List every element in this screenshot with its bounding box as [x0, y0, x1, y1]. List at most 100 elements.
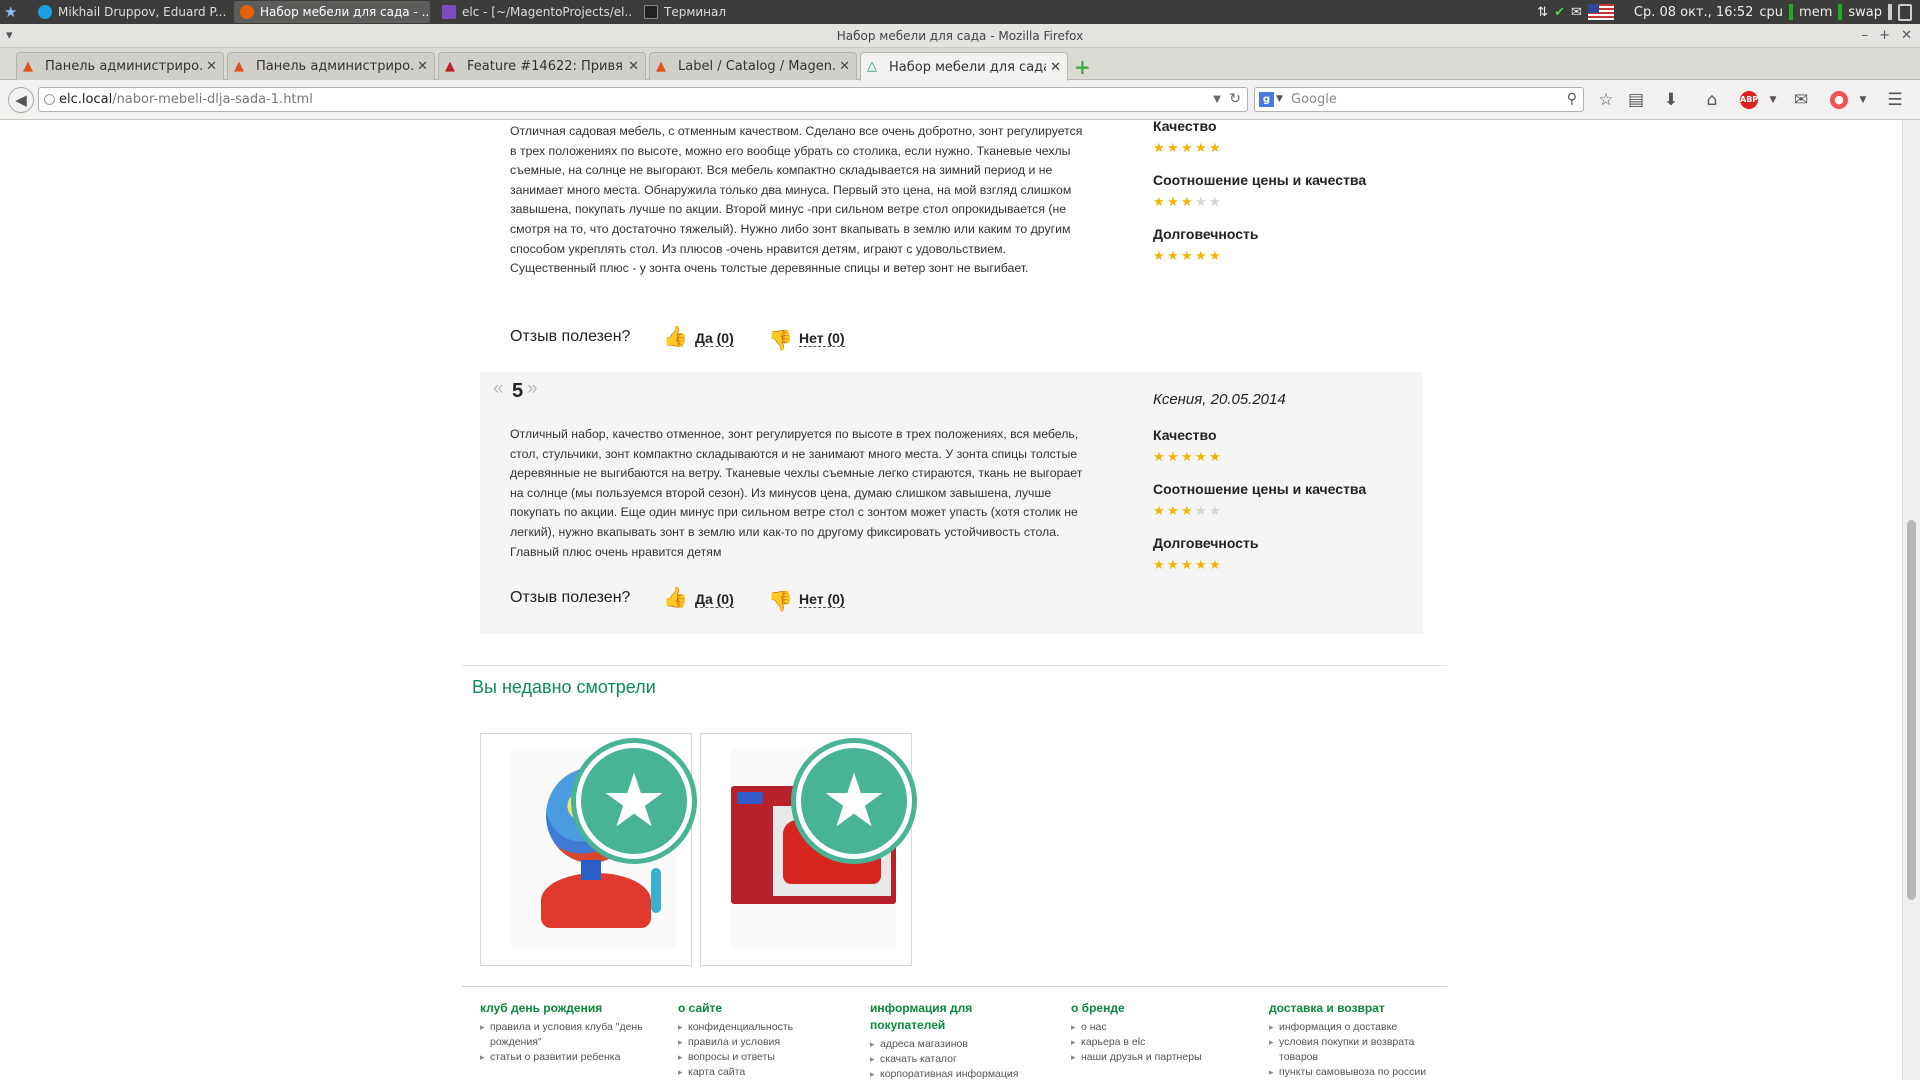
bookmark-star-icon[interactable]: ☆ [1595, 89, 1617, 111]
trash-icon[interactable] [1898, 3, 1912, 21]
thumbs-up-icon[interactable]: 👍 [663, 324, 688, 349]
tab-feature-14622[interactable]: ▲ Feature #14622: Привя... ✕ [438, 52, 646, 80]
search-engine-dropdown-icon[interactable]: ▼ [1276, 88, 1283, 111]
page-scrollbar[interactable] [1902, 120, 1920, 1080]
bookmarks-menu-icon[interactable]: ▤ [1625, 89, 1647, 111]
downloads-icon[interactable]: ⬇ [1660, 89, 1682, 111]
url-history-dropdown-icon[interactable]: ▼ [1213, 88, 1221, 111]
helpful-question: Отзыв полезен? [510, 589, 631, 606]
footer-link[interactable]: корпоративная информация [870, 1067, 1050, 1080]
taskbar-task-terminal[interactable]: Терминал [638, 1, 748, 23]
search-icon[interactable]: ⚲ [1567, 88, 1577, 111]
magento-icon: ▲ [234, 58, 244, 74]
magento-icon: ▲ [23, 58, 33, 74]
footer-link[interactable]: наши друзья и партнеры [1071, 1050, 1251, 1065]
clock[interactable]: Ср. 08 окт., 16:52 [1634, 5, 1754, 20]
thumbs-down-icon[interactable]: 👎 [768, 328, 793, 353]
footer-link[interactable]: правила и условия [678, 1035, 858, 1050]
helpful-question: Отзыв полезен? [510, 328, 631, 345]
thumbs-down-icon[interactable]: 👎 [768, 589, 793, 614]
update-ok-icon[interactable]: ✔ [1554, 5, 1565, 20]
new-tab-icon[interactable]: + [1074, 55, 1091, 79]
footer-link[interactable]: карта сайта [678, 1065, 858, 1080]
addon-icon[interactable]: ● [1830, 91, 1848, 109]
close-window-icon[interactable]: ✕ [1901, 24, 1912, 48]
adblock-dropdown-icon[interactable]: ▼ [1762, 89, 1784, 111]
taskbar-task-phpstorm[interactable]: elc - [~/MagentoProjects/el... [436, 1, 632, 23]
prev-rating-arrow[interactable]: « [493, 378, 504, 400]
footer-link[interactable]: адреса магазинов [870, 1037, 1050, 1052]
tab-close-icon[interactable]: ✕ [417, 59, 428, 74]
tab-garden-furniture[interactable]: △ Набор мебели для сада ✕ [860, 52, 1068, 81]
url-host: elc.local [59, 92, 113, 107]
recent-product-card[interactable]: ★ [700, 733, 912, 966]
app-menu-icon[interactable]: ★ [4, 3, 22, 21]
footer-link[interactable]: карьера в elc [1071, 1035, 1251, 1050]
vote-yes-link[interactable]: Да (0) [695, 330, 734, 347]
keyboard-layout-flag-icon[interactable] [1587, 4, 1614, 20]
gmail-icon[interactable]: ✉ [1790, 89, 1812, 111]
google-engine-icon[interactable]: g [1259, 92, 1274, 107]
star-filled-icon: ★ [1167, 140, 1179, 155]
globe-stand [581, 860, 601, 880]
addon-dropdown-icon[interactable]: ▼ [1852, 89, 1874, 111]
tab-close-icon[interactable]: ✕ [839, 59, 850, 74]
footer-link[interactable]: вопросы и ответы [678, 1050, 858, 1065]
footer-link[interactable]: о нас [1071, 1020, 1251, 1035]
footer-link[interactable]: пункты самовывоза по россии [1269, 1065, 1439, 1080]
footer-link[interactable]: статьи о развитии ребенка [480, 1050, 660, 1065]
taskbar-task-firefox[interactable]: Набор мебели для сада - ... [234, 1, 430, 23]
terminal-icon [644, 5, 658, 19]
back-icon[interactable]: ◀ [8, 87, 34, 113]
vote-no-link[interactable]: Нет (0) [799, 330, 845, 347]
minimize-icon[interactable]: – [1862, 24, 1869, 48]
featured-badge: ★ [576, 743, 692, 859]
home-icon[interactable]: ⌂ [1701, 89, 1723, 111]
reload-icon[interactable]: ↻ [1229, 88, 1241, 111]
mem-bar-icon [1838, 4, 1843, 20]
network-icon[interactable]: ⇅ [1537, 5, 1548, 20]
adblock-icon[interactable]: ABP [1740, 91, 1758, 109]
star-filled-icon: ★ [1195, 449, 1207, 464]
footer-heading[interactable]: информация для покупателей [870, 1000, 990, 1034]
footer-heading[interactable]: о сайте [678, 1000, 858, 1017]
hamburger-menu-icon[interactable]: ☰ [1884, 89, 1906, 111]
next-rating-arrow[interactable]: » [527, 378, 538, 400]
footer-link[interactable]: скачать каталог [870, 1052, 1050, 1067]
footer-link[interactable]: правила и условия клуба "день рождения" [480, 1020, 660, 1050]
star-filled-icon: ★ [1195, 140, 1207, 155]
vote-no-link[interactable]: Нет (0) [799, 591, 845, 608]
phpstorm-icon [442, 5, 456, 19]
tab-label-catalog[interactable]: ▲ Label / Catalog / Magen... ✕ [649, 52, 857, 80]
footer-divider [462, 986, 1447, 987]
footer-link[interactable]: конфиденциальность [678, 1020, 858, 1035]
star-filled-icon: ★ [1153, 140, 1165, 155]
footer-heading[interactable]: клуб день рождения [480, 1000, 660, 1017]
tab-admin-panel-2[interactable]: ▲ Панель администриро... ✕ [227, 52, 435, 80]
window-title: Набор мебели для сада - Mozilla Firefox [836, 29, 1084, 43]
site-identity-icon[interactable] [44, 94, 55, 105]
thumbs-up-icon[interactable]: 👍 [663, 585, 688, 610]
vote-yes-link[interactable]: Да (0) [695, 591, 734, 608]
firefox-icon [240, 5, 254, 19]
star-filled-icon: ★ [1153, 194, 1165, 209]
tab-close-icon[interactable]: ✕ [1050, 60, 1061, 75]
footer-heading[interactable]: о бренде [1071, 1000, 1251, 1017]
tab-close-icon[interactable]: ✕ [628, 59, 639, 74]
window-menu-icon[interactable]: ▾ [6, 24, 13, 48]
footer-link[interactable]: условия покупки и возврата товаров [1269, 1035, 1439, 1065]
scrollbar-thumb[interactable] [1907, 520, 1916, 900]
footer-heading[interactable]: доставка и возврат [1269, 1000, 1439, 1017]
globe-joystick [651, 868, 661, 913]
maximize-icon[interactable]: + [1879, 24, 1890, 48]
taskbar-task-skype[interactable]: Mikhail Druppov, Eduard P... [32, 1, 228, 23]
recent-product-card[interactable]: ★ [480, 733, 692, 966]
section-divider [462, 665, 1447, 666]
star-filled-icon: ★ [1153, 503, 1165, 518]
tab-close-icon[interactable]: ✕ [206, 59, 217, 74]
footer-link[interactable]: информация о доставке [1269, 1020, 1439, 1035]
url-bar[interactable]: elc.local/nabor-mebeli-dlja-sada-1.html … [38, 87, 1248, 112]
tab-admin-panel-1[interactable]: ▲ Панель администриро... ✕ [16, 52, 224, 80]
mail-icon[interactable]: ✉ [1571, 5, 1582, 20]
search-bar[interactable]: g ▼ Google ⚲ [1254, 87, 1584, 112]
